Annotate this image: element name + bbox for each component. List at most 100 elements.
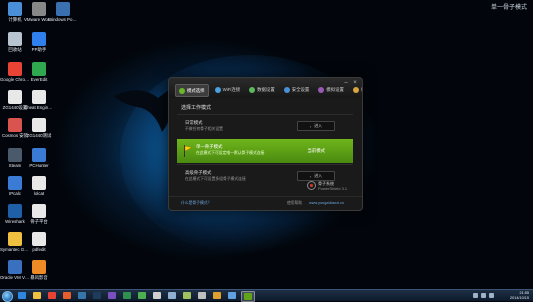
document-icon — [32, 118, 46, 132]
taskbar-app[interactable] — [226, 291, 238, 300]
taskbar-app[interactable] — [106, 291, 118, 300]
virtualbox-icon — [8, 260, 22, 274]
pp-assistant-icon — [32, 32, 46, 46]
taskbar-app[interactable] — [76, 291, 88, 300]
taskbar-app[interactable] — [121, 291, 133, 300]
wireshark-icon — [8, 204, 22, 218]
taskbar-app[interactable] — [31, 291, 43, 300]
mode-title: 高级骨子模式 — [185, 170, 212, 175]
vs-icon — [108, 292, 116, 299]
app-icon — [183, 292, 191, 299]
close-button[interactable]: × — [352, 80, 358, 86]
desktop-icon[interactable]: 暴风影音 — [24, 260, 54, 280]
help-icon — [352, 86, 359, 93]
shield-app-icon — [244, 293, 252, 300]
media-icon — [63, 292, 71, 299]
usage-help-link[interactable]: 使用帮助 — [287, 201, 302, 206]
desktop-icon[interactable]: EverEdit — [24, 62, 54, 82]
enter-button[interactable]: › 进入 — [297, 171, 335, 181]
minimize-button[interactable]: – — [343, 80, 349, 86]
tab-bar: 模式选择 WiFi连接 数据设置 安全设置 模拟设置 帮助 — [175, 84, 362, 97]
app-window: 模式选择 WiFi连接 数据设置 安全设置 模拟设置 帮助 – × 选择工作模式 日常模式… — [168, 77, 363, 211]
app-icon — [228, 292, 236, 299]
simulate-icon — [318, 86, 325, 93]
recycle-bin-icon — [8, 32, 22, 46]
desktop-icon[interactable]: pdfedit — [24, 232, 54, 252]
desktop-icon-label: pdfedit — [32, 247, 46, 252]
desktop-icon-label: EverEdit — [30, 77, 48, 82]
window-titlebar[interactable]: 模式选择 WiFi连接 数据设置 安全设置 模拟设置 帮助 – × — [169, 78, 362, 98]
tab-label: 安全设置 — [291, 86, 310, 92]
excel-icon — [123, 292, 131, 299]
explorer-icon — [33, 292, 41, 299]
current-mode-label: 当前模式 — [307, 148, 325, 153]
network-icon[interactable] — [473, 293, 478, 298]
app-icon — [213, 292, 221, 299]
media-player-icon — [32, 260, 46, 274]
tab-mode[interactable]: 模式选择 — [175, 84, 209, 97]
taskbar-app[interactable] — [61, 291, 73, 300]
taskbar-app[interactable] — [241, 291, 255, 302]
taskbar-app[interactable] — [136, 291, 148, 300]
ghost-icon — [8, 232, 22, 246]
desktop-icon-label: lolcat — [33, 191, 45, 196]
clock-date: 2014/10/15 — [509, 295, 529, 300]
document-icon — [8, 90, 22, 104]
wifi-icon — [214, 86, 221, 93]
enter-button[interactable]: › 进入 — [297, 121, 335, 131]
desktop-icon-label: PCHunter — [29, 163, 49, 168]
powershell-icon — [56, 2, 70, 16]
tab-wifi[interactable]: WiFi连接 — [212, 84, 244, 95]
mode-description: 不做任何骨子相关设置 — [185, 127, 223, 131]
mode-description: 在此模式下可设定唯一默认骨子模式连接 — [196, 151, 265, 155]
help-link[interactable]: 什么是骨子模式？ — [181, 201, 211, 206]
enter-button-label: 进入 — [314, 173, 323, 178]
desktop-icon[interactable]: PP助手 — [24, 32, 54, 52]
taskbar-app[interactable] — [46, 291, 58, 300]
website-link[interactable]: www.yongzidianzi.cn — [309, 201, 344, 205]
app-icon — [168, 292, 176, 299]
taskbar-app[interactable] — [196, 291, 208, 300]
taskbar-app[interactable] — [211, 291, 223, 300]
pchunter-icon — [32, 148, 46, 162]
tab-label: 模式选择 — [187, 87, 205, 93]
volume-icon[interactable] — [481, 293, 486, 298]
app-icon — [153, 292, 161, 299]
mode-option-daily[interactable]: 日常模式 不做任何骨子相关设置 › 进入 — [177, 114, 353, 138]
taskbar-app[interactable] — [181, 291, 193, 300]
taskbar-app[interactable] — [151, 291, 163, 300]
vmware-icon — [32, 2, 46, 16]
taskbar-app[interactable] — [91, 291, 103, 300]
flag-tray-icon[interactable] — [489, 293, 494, 298]
taskbar-app[interactable] — [166, 291, 178, 300]
clock[interactable]: 21:55 2014/10/15 — [510, 291, 529, 300]
tab-data[interactable]: 数据设置 — [246, 84, 278, 95]
tab-security[interactable]: 安全设置 — [281, 84, 313, 95]
desktop-icon[interactable]: ZG1440测试 — [24, 118, 54, 138]
mode-icon — [179, 87, 185, 94]
desktop-icon[interactable]: lolcat — [24, 176, 54, 196]
desktop-icon-label: PP助手 — [31, 47, 47, 52]
computer-icon — [8, 2, 22, 16]
mode-option-single[interactable]: 单一骨子模式 在此模式下可设定唯一默认骨子模式连接 当前模式 — [177, 139, 353, 163]
mode-title: 日常模式 — [185, 120, 203, 125]
document-icon — [32, 204, 46, 218]
desktop-icon[interactable]: Cheat Engine 6.3 — [24, 90, 54, 110]
desktop-icon-label: 暴风影音 — [30, 275, 48, 280]
mode-status-text: 单一骨子模式 — [490, 5, 527, 11]
steam-icon — [8, 148, 22, 162]
ipcalc-icon — [8, 176, 22, 190]
desktop-icon[interactable]: Windows PowerShell — [48, 2, 78, 22]
desktop-icon[interactable]: 骨子平台 — [24, 204, 54, 224]
start-button[interactable] — [2, 291, 13, 302]
tab-label: 数据设置 — [257, 86, 275, 92]
tab-label: 模拟设置 — [326, 86, 344, 92]
security-icon — [283, 86, 290, 93]
taskbar: 21:55 2014/10/15 — [0, 289, 533, 302]
everedit-icon — [32, 62, 46, 76]
ie-icon — [18, 292, 26, 299]
window-footer: 什么是骨子模式？ 使用帮助 www.yongzidianzi.cn — [169, 196, 362, 210]
taskbar-app[interactable] — [16, 291, 28, 300]
chrome-icon — [8, 62, 22, 76]
desktop-icon[interactable]: PCHunter — [24, 148, 54, 168]
